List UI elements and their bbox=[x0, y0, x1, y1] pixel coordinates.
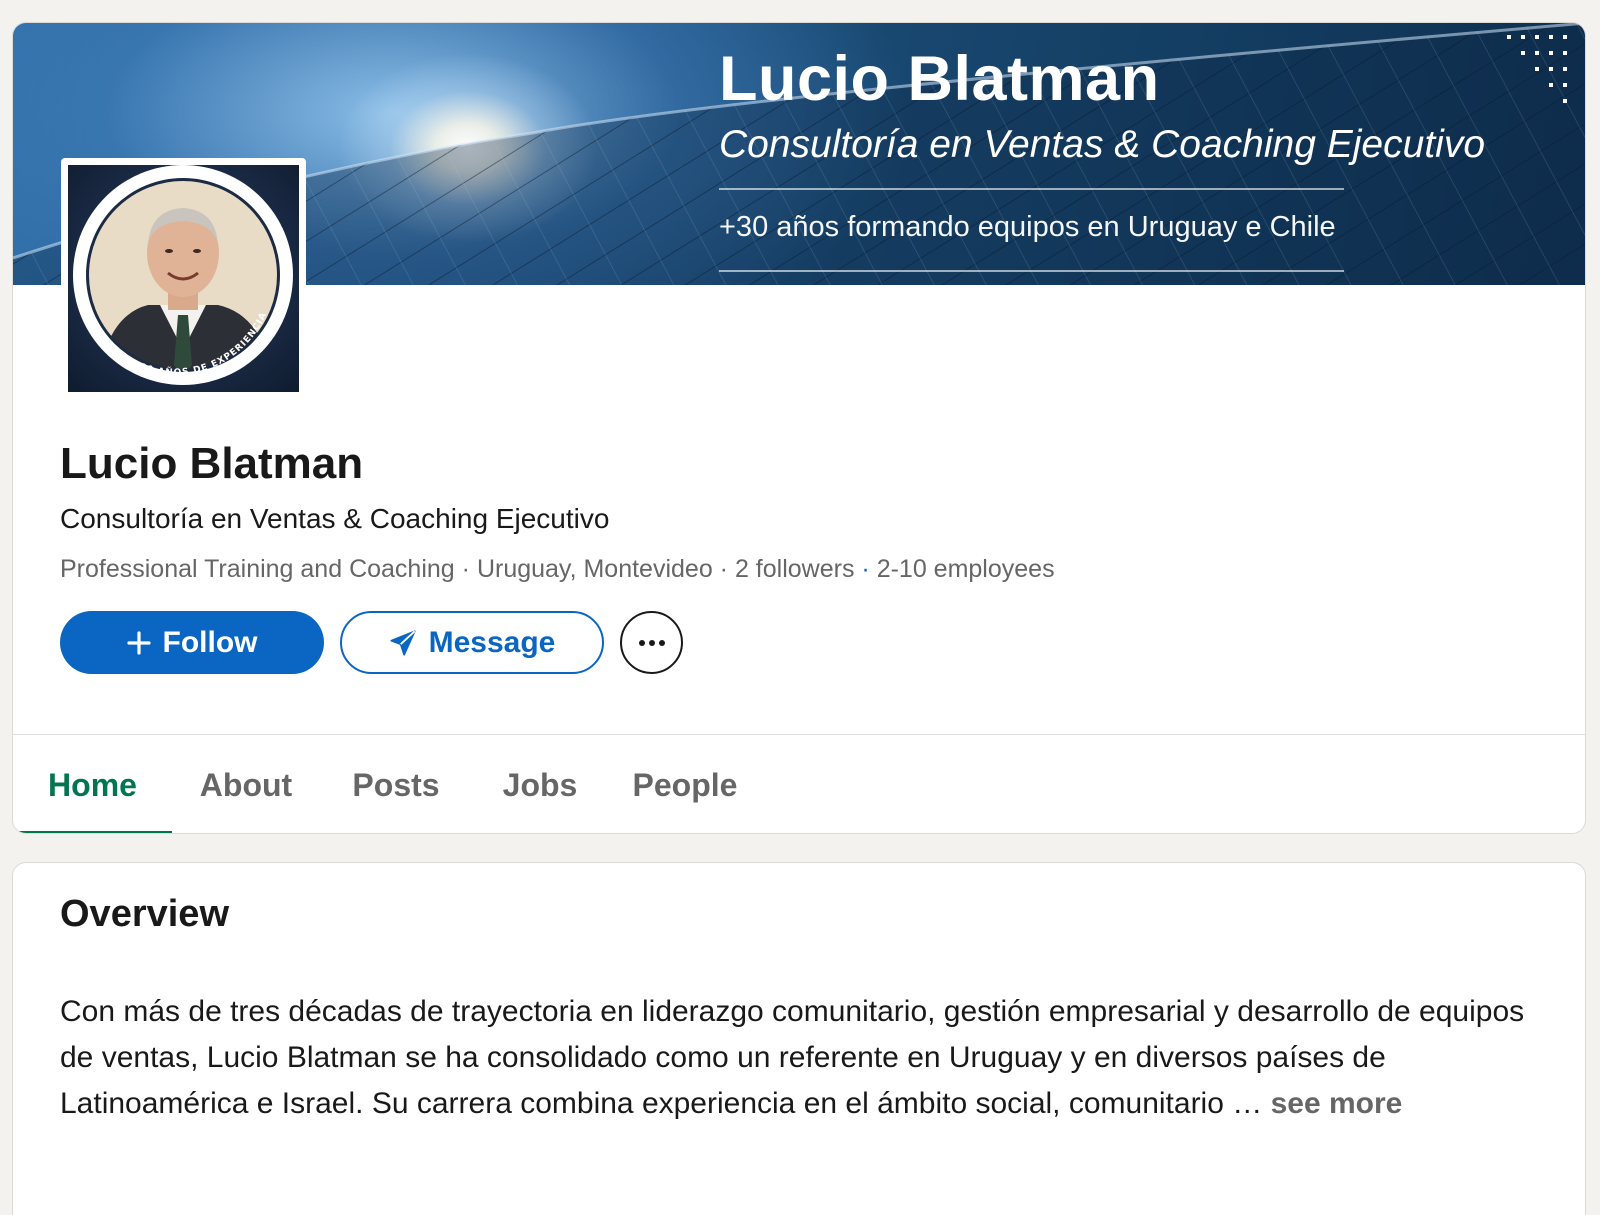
dot-grid-decoration bbox=[1507, 35, 1567, 103]
banner-divider bbox=[719, 188, 1344, 190]
meta-separator: · bbox=[461, 555, 470, 583]
company-headline: Consultoría en Ventas & Coaching Ejecuti… bbox=[60, 503, 610, 534]
overview-text: Con más de tres décadas de trayectoria e… bbox=[60, 989, 1530, 1127]
meta-separator: · bbox=[719, 555, 728, 583]
company-name: Lucio Blatman bbox=[60, 439, 364, 488]
banner-subtitle: Consultoría en Ventas & Coaching Ejecuti… bbox=[719, 123, 1486, 166]
ellipsis-icon bbox=[638, 634, 666, 652]
see-more-link[interactable]: see more bbox=[1271, 1087, 1403, 1120]
banner-divider bbox=[719, 270, 1344, 272]
message-button[interactable]: Message bbox=[340, 611, 604, 674]
overview-card: Overview Con más de tres décadas de tray… bbox=[12, 862, 1586, 1215]
more-options-button[interactable] bbox=[620, 611, 683, 674]
banner-title: Lucio Blatman bbox=[719, 44, 1160, 114]
message-label: Message bbox=[428, 625, 556, 659]
company-top-card: Lucio Blatman Consultoría en Ventas & Co… bbox=[12, 22, 1586, 834]
industry: Professional Training and Coaching bbox=[60, 555, 455, 583]
company-meta: Professional Training and Coaching · Uru… bbox=[60, 555, 1055, 584]
overview-title: Overview bbox=[60, 893, 229, 935]
tab-posts[interactable]: Posts bbox=[342, 735, 450, 833]
followers-count[interactable]: 2 followers bbox=[735, 555, 855, 583]
tab-jobs[interactable]: Jobs bbox=[491, 735, 589, 833]
tab-about[interactable]: About bbox=[186, 735, 306, 833]
plus-icon bbox=[126, 630, 151, 655]
follow-label: Follow bbox=[162, 625, 258, 659]
follow-button[interactable]: Follow bbox=[60, 611, 324, 674]
portrait-image: 30 AÑOS DE EXPERIENCIA bbox=[73, 165, 293, 385]
company-tabs: Home About Posts Jobs People bbox=[13, 735, 1585, 833]
employees-count[interactable]: 2-10 employees bbox=[877, 555, 1055, 583]
logo-image: 30 AÑOS DE EXPERIENCIA bbox=[68, 165, 299, 392]
send-icon bbox=[389, 629, 417, 657]
tab-home[interactable]: Home bbox=[13, 735, 172, 833]
company-logo[interactable]: 30 AÑOS DE EXPERIENCIA bbox=[61, 158, 306, 399]
location: Uruguay, Montevideo bbox=[476, 555, 713, 583]
tab-people[interactable]: People bbox=[623, 735, 747, 833]
meta-separator: · bbox=[861, 555, 870, 583]
banner-tagline: +30 años formando equipos en Uruguay e C… bbox=[719, 211, 1336, 243]
